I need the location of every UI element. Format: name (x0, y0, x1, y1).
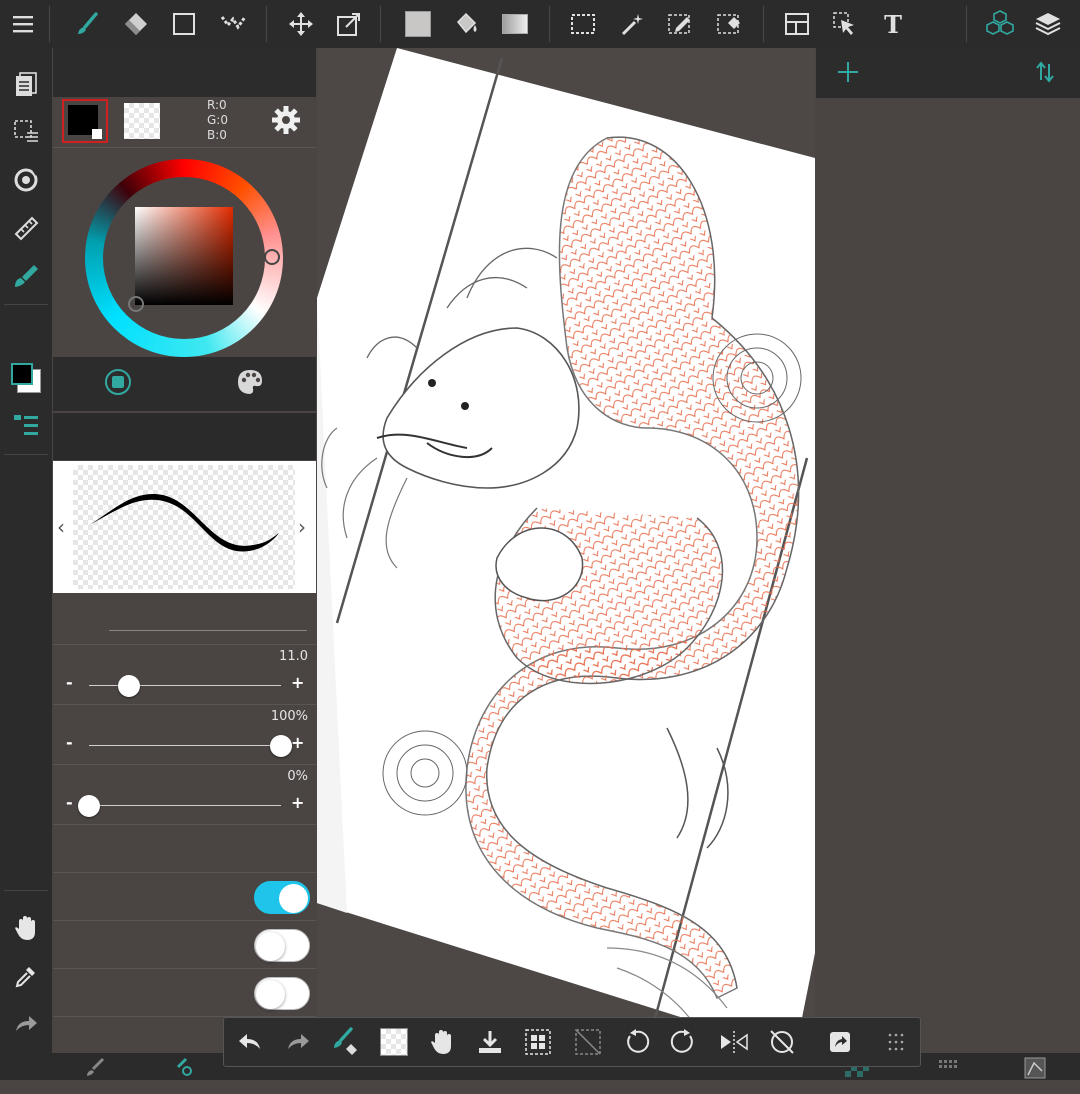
share-icon[interactable] (816, 1018, 864, 1066)
eraser-icon[interactable] (112, 0, 160, 48)
select-eraser-icon[interactable] (705, 0, 753, 48)
panel-header (53, 48, 316, 97)
selection-list-icon[interactable] (2, 110, 50, 154)
move-icon[interactable] (277, 0, 325, 48)
chevron-right-icon[interactable]: › (298, 515, 306, 539)
plus-icon[interactable]: + (291, 673, 304, 692)
transform-icon[interactable] (325, 0, 373, 48)
toggle-row-1 (53, 872, 316, 921)
toggle-switch[interactable] (254, 929, 310, 962)
toggle-switch[interactable] (254, 881, 310, 914)
saturation-square[interactable] (135, 207, 233, 305)
no-transform-icon[interactable] (564, 1018, 612, 1066)
toggle-row-2 (53, 920, 316, 969)
main-color-swatch[interactable] (62, 99, 108, 143)
stroke-preview (89, 493, 279, 552)
brush-settings-panel: R:0 G:0 B:0 ‹ › 11.0 - + 100% - + 0% - + (53, 48, 316, 1053)
brush-opacity-value: 100% (270, 709, 308, 724)
plus-icon[interactable]: + (291, 793, 304, 812)
dot-icon[interactable] (209, 0, 257, 48)
shape-icon[interactable] (160, 0, 208, 48)
rgb-g-value: G:0 (207, 113, 228, 127)
ruler-icon[interactable] (2, 206, 50, 250)
layers-icon[interactable] (1024, 0, 1072, 48)
add-layer-icon[interactable] (836, 60, 860, 88)
hue-marker[interactable] (264, 249, 280, 265)
document-icon[interactable] (2, 62, 50, 106)
toggle-switch[interactable] (254, 977, 310, 1010)
layer-thumbnail-icon[interactable] (1024, 1057, 1046, 1083)
3d-icon[interactable] (976, 0, 1024, 48)
canvas-area[interactable] (317, 48, 815, 1053)
brush-third-value: 0% (287, 769, 308, 784)
brush-icon[interactable] (64, 0, 112, 48)
grid-select-icon[interactable] (514, 1018, 562, 1066)
rotate-view-icon[interactable] (2, 158, 50, 202)
palette-icon[interactable] (235, 367, 265, 401)
panel-icon[interactable] (773, 0, 821, 48)
brush-small-icon[interactable] (85, 1057, 105, 1081)
layer-panel (816, 48, 1080, 1053)
layer-panel-header (816, 48, 1080, 98)
gear-icon[interactable] (271, 105, 301, 139)
color-circle-icon[interactable] (103, 367, 133, 401)
color-wheel-area (53, 147, 316, 358)
select-pen-icon[interactable] (656, 0, 704, 48)
brush-size-slider: 11.0 - + (53, 644, 316, 705)
more-icon[interactable] (872, 1018, 920, 1066)
left-tool-column (0, 48, 52, 1080)
redo-side-icon[interactable] (2, 1002, 50, 1046)
quick-access-bar (223, 1017, 921, 1067)
menu-icon[interactable] (0, 0, 48, 48)
text-icon[interactable]: T (869, 0, 917, 48)
brush-preview: ‹ › (53, 461, 316, 593)
artwork-canvas (317, 48, 815, 1053)
hand-icon[interactable] (418, 1018, 466, 1066)
brush-opacity-slider: 100% - + (53, 704, 316, 765)
toggle-row-3 (53, 968, 316, 1017)
top-toolbar: T (0, 0, 1080, 48)
undo-icon[interactable] (226, 1018, 274, 1066)
select-rect-icon[interactable] (559, 0, 607, 48)
slider-knob[interactable] (270, 735, 292, 757)
hand-icon[interactable] (2, 906, 50, 950)
select-arrow-icon[interactable] (821, 0, 869, 48)
brush-settings-icon[interactable] (172, 1057, 194, 1081)
minus-icon[interactable]: - (66, 733, 73, 752)
brush-eraser-toggle-icon[interactable] (322, 1018, 370, 1066)
brush-fill-icon[interactable] (2, 254, 50, 298)
save-icon[interactable] (466, 1018, 514, 1066)
slider-knob[interactable] (78, 795, 100, 817)
brush-size-value: 11.0 (279, 649, 308, 664)
color-row: R:0 G:0 B:0 (53, 97, 316, 147)
brush-name-row (53, 413, 316, 460)
grid-icon[interactable] (938, 1059, 958, 1083)
color-swatch-icon[interactable] (2, 356, 50, 400)
color-tabs (53, 357, 316, 411)
brush-antialias-slider: 0% - + (53, 764, 316, 825)
fill-color-icon[interactable] (394, 0, 442, 48)
magic-wand-icon[interactable] (608, 0, 656, 48)
gradient-icon[interactable] (491, 0, 539, 48)
rotate-left-icon[interactable] (612, 1018, 660, 1066)
minus-icon[interactable]: - (66, 673, 73, 692)
flip-icon[interactable] (710, 1018, 758, 1066)
rotate-right-icon[interactable] (660, 1018, 708, 1066)
rgb-b-value: B:0 (207, 128, 227, 142)
plus-icon[interactable]: + (291, 733, 304, 752)
slider-knob[interactable] (118, 675, 141, 697)
eyedropper-icon[interactable] (2, 954, 50, 998)
redo-icon[interactable] (274, 1018, 322, 1066)
color-marker[interactable] (128, 296, 144, 312)
chevron-left-icon[interactable]: ‹ (57, 515, 65, 539)
reset-rotation-icon[interactable] (758, 1018, 806, 1066)
minus-icon[interactable]: - (66, 793, 73, 812)
rgb-r-value: R:0 (207, 98, 227, 112)
sub-color-swatch[interactable] (124, 103, 160, 139)
clear-icon[interactable] (370, 1018, 418, 1066)
bucket-icon[interactable] (442, 0, 490, 48)
sort-icon[interactable] (1034, 60, 1056, 88)
brush-list-icon[interactable] (2, 404, 50, 448)
